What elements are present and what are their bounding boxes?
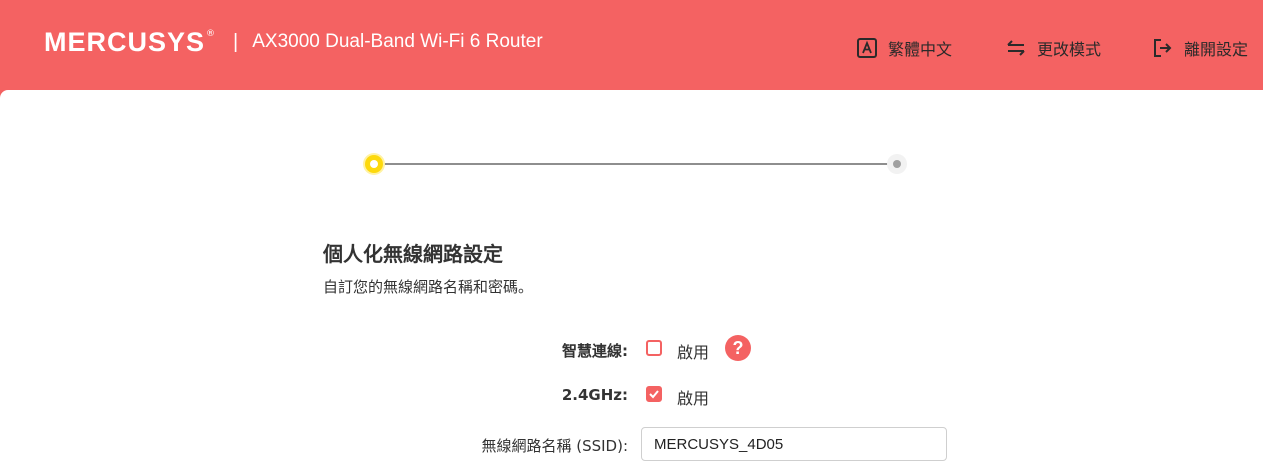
smart-connect-label: 智慧連線: <box>562 342 628 360</box>
ssid-label: 無線網路名稱 (SSID): <box>481 437 628 455</box>
exit-icon <box>1154 39 1172 57</box>
page-title: 個人化無線網路設定 <box>323 242 503 266</box>
step-1-active <box>365 155 383 173</box>
change-mode-label: 更改模式 <box>1037 40 1102 59</box>
main-content: 個人化無線網路設定 自訂您的無線網路名稱和密碼。 智慧連線: 啟用 ? 2.4G… <box>0 90 1263 473</box>
product-name: AX3000 Dual-Band Wi-Fi 6 Router <box>252 31 543 52</box>
progress-stepper <box>364 154 908 174</box>
top-header: MERCUSYS ® | AX3000 Dual-Band Wi-Fi 6 Ro… <box>0 0 1263 92</box>
band-24-row: 2.4GHz: 啟用 <box>0 378 1263 412</box>
change-mode-button[interactable]: 更改模式 <box>1005 36 1101 60</box>
exit-setup-label: 離開設定 <box>1184 40 1249 59</box>
brand-separator: | <box>233 30 239 53</box>
ssid-input[interactable] <box>641 427 947 461</box>
band-24-enable-label[interactable]: 啟用 <box>677 385 709 409</box>
step-2-pending <box>887 154 907 174</box>
switch-mode-icon <box>1007 40 1025 56</box>
smart-connect-checkbox[interactable] <box>646 340 662 356</box>
help-icon[interactable]: ? <box>725 335 751 361</box>
band-24-checkbox[interactable] <box>646 386 662 402</box>
registered-mark: ® <box>206 29 216 39</box>
ssid-row: 無線網路名稱 (SSID): <box>0 427 1263 461</box>
stepper-line <box>376 163 896 165</box>
page-description: 自訂您的無線網路名稱和密碼。 <box>323 278 534 296</box>
smart-connect-row: 智慧連線: 啟用 ? <box>0 332 1263 366</box>
exit-setup-button[interactable]: 離開設定 <box>1152 36 1248 60</box>
language-icon <box>857 38 877 58</box>
language-label: 繁體中文 <box>888 40 953 59</box>
smart-connect-enable-label[interactable]: 啟用 <box>677 339 709 363</box>
language-button[interactable]: 繁體中文 <box>856 36 952 60</box>
mercusys-logo: MERCUSYS <box>44 26 206 57</box>
brand: MERCUSYS ® | AX3000 Dual-Band Wi-Fi 6 Ro… <box>44 26 543 58</box>
checkmark-icon <box>649 390 659 399</box>
band-24-label: 2.4GHz: <box>561 386 628 404</box>
